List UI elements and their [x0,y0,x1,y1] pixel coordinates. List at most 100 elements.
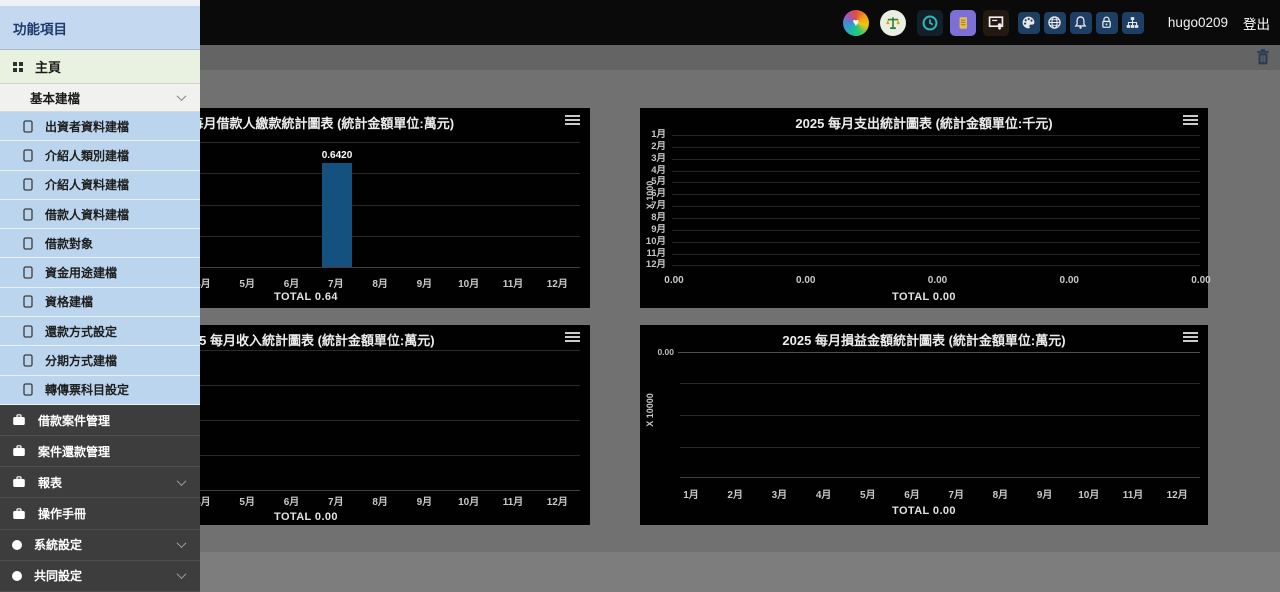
gridline [672,242,1200,243]
gridline [672,171,1200,172]
scroll-glyph [955,15,971,31]
sidebar-group-basic-setup[interactable]: 基本建檔 [0,84,200,112]
logout-button[interactable]: 登出 [1243,13,1270,33]
clock-glyph [921,14,939,32]
sidebar-item-qualification[interactable]: 資格建檔 [0,288,200,317]
sidebar-item-label: 操作手冊 [38,505,86,522]
sidebar-item-label: 轉傳票科目設定 [45,381,129,398]
chart-menu-icon[interactable] [1183,332,1198,344]
form-icon [23,208,33,221]
gridline [672,230,1200,231]
form-icon [23,295,33,308]
sidebar-item-introducer-category[interactable]: 介紹人類別建檔 [0,141,200,170]
form-icon [23,266,33,279]
colorful-logo-icon[interactable]: ♥ [843,10,869,36]
axis-tick-label: 7月 [948,486,964,501]
bar-value-label: 0.6420 [322,150,353,161]
axis-tick-label: 9月 [417,275,433,290]
sidebar-item-loan-case-management[interactable]: 借款案件管理 [0,405,200,436]
bell-icon[interactable] [1070,12,1092,34]
chart-menu-icon[interactable] [565,115,580,127]
form-icon [23,237,33,250]
chart-total-label: TOTAL 0.00 [640,505,1208,517]
form-icon [23,325,33,338]
axis-tick-label: 8月 [372,493,388,508]
sidebar-item-case-repayment-management[interactable]: 案件還款管理 [0,436,200,467]
axis-tick-label: 0.00 [664,275,683,286]
x-axis-ticks: 1月2月3月4月5月6月7月8月9月10月11月12月 [640,486,1208,498]
sidebar-item-installment-method[interactable]: 分期方式建檔 [0,346,200,375]
sitemap-glyph [1125,15,1140,30]
clock-app-icon[interactable] [917,10,943,36]
sidebar-item-repayment-method[interactable]: 還款方式設定 [0,317,200,346]
sidebar-item-fund-usage[interactable]: 資金用途建檔 [0,258,200,287]
axis-tick-label: 5月 [239,493,255,508]
sidebar-item-introducer-data[interactable]: 介紹人資料建檔 [0,171,200,200]
sidebar-item-investor-data[interactable]: 出資者資料建檔 [0,112,200,141]
sidebar-item-voucher-subject[interactable]: 轉傳票科目設定 [0,376,200,405]
sidebar-item-label: 主頁 [35,57,61,76]
chevron-down-icon [177,538,187,548]
axis-tick-label: 0.00 [928,275,947,286]
gridline [672,254,1200,255]
gridline [672,159,1200,160]
axis-tick-label: 7月 [328,493,344,508]
y-axis-zero-label: 0.00 [648,347,674,357]
sidebar-item-label: 還款方式設定 [45,323,117,340]
bar-july [322,163,352,267]
trash-icon[interactable] [1255,48,1271,66]
zero-value-line [678,352,1200,353]
axis-tick-label: 3月 [772,486,788,501]
presentation-app-icon[interactable] [983,10,1009,36]
sidebar-item-label: 借款案件管理 [38,412,110,429]
form-icon [23,354,33,367]
sidebar-group-label: 基本建檔 [30,88,80,107]
axis-tick-label: 12月 [547,275,568,290]
axis-tick-label: 5月 [860,486,876,501]
axis-tick-label: 11月 [503,275,524,290]
sidebar-item-loan-target[interactable]: 借款對象 [0,229,200,258]
sitemap-icon[interactable] [1122,12,1144,34]
chevron-down-icon [177,569,187,579]
chart-title: 2025 每月損益金額統計圖表 (統計金額單位:萬元) [640,330,1208,349]
chevron-down-icon [177,476,187,486]
axis-tick-label: 2月 [727,486,743,501]
x-axis-ticks: 0.000.000.000.000.00 [640,275,1208,287]
axis-tick-label: 0.00 [1191,275,1210,286]
sidebar-item-home[interactable]: 主頁 [0,50,200,84]
sidebar-group-reports[interactable]: 報表 [0,467,200,498]
scroll-app-icon[interactable] [950,10,976,36]
scales-glyph [885,15,901,31]
sidebar-item-manual[interactable]: 操作手冊 [0,498,200,529]
gridline [672,265,1200,266]
sidebar-item-label: 系統設定 [34,536,82,553]
scales-app-icon[interactable] [880,10,906,36]
axis-tick-label: 6月 [284,493,300,508]
axis-tick-label: 9月 [417,493,433,508]
lock-icon[interactable] [1096,12,1118,34]
form-icon [23,178,33,191]
sidebar-item-borrower-data[interactable]: 借款人資料建檔 [0,200,200,229]
app-screen: ♥ [0,0,1280,592]
gridline [680,383,1200,384]
bell-glyph [1073,15,1088,30]
briefcase-icon [12,445,26,457]
gridline [672,182,1200,183]
palette-glyph [1021,15,1036,30]
circle-icon [12,540,22,550]
sidebar-menu: 功能項目 主頁 基本建檔 出資者資料建檔 介紹人類別建檔 介紹人資料建檔 [0,0,200,592]
axis-tick-label: 12月 [1167,486,1188,501]
globe-icon[interactable] [1044,12,1066,34]
grid-icon [12,61,24,73]
palette-icon[interactable] [1018,12,1040,34]
chart-panel-expenses: 2025 每月支出統計圖表 (統計金額單位:千元) X 1000 1月2月3月4… [640,108,1208,308]
sidebar-group-system-settings[interactable]: 系統設定 [0,530,200,561]
username-label[interactable]: hugo0209 [1168,15,1228,30]
sidebar-item-label: 資格建檔 [45,293,93,310]
sidebar-item-label: 介紹人資料建檔 [45,176,129,193]
sidebar-group-common-settings[interactable]: 共同設定 [0,561,200,592]
globe-glyph [1047,15,1062,30]
chart-menu-icon[interactable] [565,332,580,344]
gridline [680,447,1200,448]
circle-icon [12,571,22,581]
